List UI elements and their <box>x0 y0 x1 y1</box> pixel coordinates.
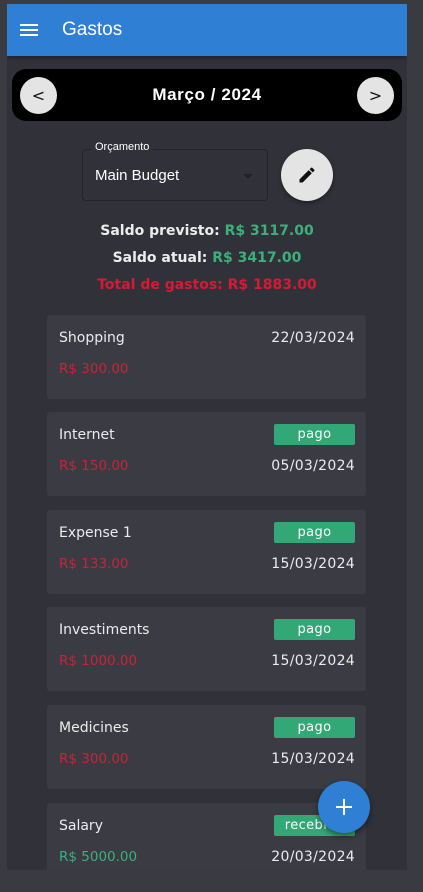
expense-name: Internet <box>59 427 115 443</box>
saldo-atual: Saldo atual: R$ 3417.00 <box>7 250 407 266</box>
expense-card[interactable]: Shopping 22/03/2024 R$ 300.00 <box>47 315 366 399</box>
page-title: Gastos <box>62 19 123 40</box>
expense-card[interactable]: Expense 1 pago R$ 133.00 15/03/2024 <box>47 510 366 594</box>
previous-month-button[interactable]: < <box>20 76 57 114</box>
saldo-atual-label: Saldo atual: <box>112 250 208 266</box>
expense-amount: R$ 5000.00 <box>59 849 138 865</box>
expense-card[interactable]: Medicines pago R$ 300.00 15/03/2024 <box>47 705 366 789</box>
status-badge: pago <box>274 717 355 738</box>
edit-budget-button[interactable] <box>281 149 333 201</box>
expense-date: 22/03/2024 <box>271 330 355 346</box>
add-expense-button[interactable] <box>318 781 370 833</box>
pencil-icon <box>299 167 315 183</box>
saldo-previsto-value: R$ 3117.00 <box>224 223 314 239</box>
app-bar: Gastos <box>7 4 407 56</box>
expense-name: Salary <box>59 818 103 834</box>
saldo-previsto-label: Saldo previsto: <box>100 223 220 239</box>
plus-icon <box>336 799 352 815</box>
expense-amount: R$ 133.00 <box>59 556 129 572</box>
budget-select-value: Main Budget <box>95 167 180 184</box>
next-month-button[interactable]: > <box>356 76 394 114</box>
expense-name: Shopping <box>59 330 125 346</box>
expense-amount: R$ 1000.00 <box>59 653 138 669</box>
expense-amount: R$ 300.00 <box>59 751 129 767</box>
caret-down-icon <box>243 174 253 179</box>
month-navigator: < Março / 2024 > <box>12 69 402 121</box>
total-gastos: Total de gastos: R$ 1883.00 <box>97 277 317 293</box>
saldo-atual-value: R$ 3417.00 <box>212 250 302 266</box>
expense-name: Investiments <box>59 622 150 638</box>
expense-name: Medicines <box>59 720 129 736</box>
expense-date: 15/03/2024 <box>271 653 355 669</box>
expense-card[interactable]: Investiments pago R$ 1000.00 15/03/2024 <box>47 607 366 691</box>
expense-amount: R$ 150.00 <box>59 458 129 474</box>
budget-select[interactable]: Orçamento Main Budget <box>82 141 268 201</box>
expense-date: 15/03/2024 <box>271 751 355 767</box>
budget-select-label: Orçamento <box>91 141 154 153</box>
expense-date: 20/03/2024 <box>271 849 355 865</box>
expense-name: Expense 1 <box>59 525 132 541</box>
expense-date: 05/03/2024 <box>271 458 355 474</box>
hamburger-icon[interactable] <box>20 23 38 37</box>
month-label: Março / 2024 <box>152 85 262 104</box>
status-badge: pago <box>274 522 355 543</box>
status-badge: pago <box>274 424 355 445</box>
app-window: Gastos < Março / 2024 > Orçamento Main B… <box>7 4 407 870</box>
status-badge: pago <box>274 619 355 640</box>
expense-card[interactable]: Internet pago R$ 150.00 05/03/2024 <box>47 412 366 496</box>
expense-date: 15/03/2024 <box>271 556 355 572</box>
saldo-previsto: Saldo previsto: R$ 3117.00 <box>7 223 407 239</box>
expense-amount: R$ 300.00 <box>59 361 129 377</box>
